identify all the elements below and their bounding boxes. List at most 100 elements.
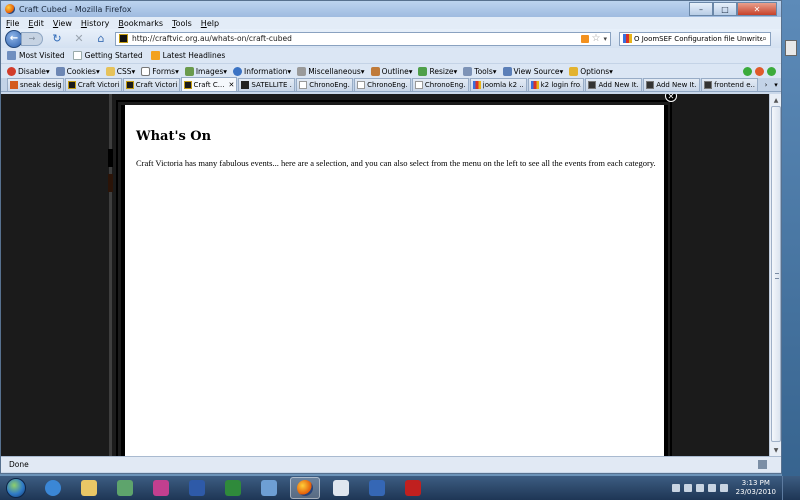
dev-cookies-menu[interactable]: Cookies▾ [55,66,100,76]
list-all-tabs-icon[interactable]: ▾ [771,79,781,91]
tray-arrow-icon[interactable] [671,484,680,492]
taskbar-app-4[interactable] [146,477,176,499]
tray-volume-icon[interactable] [707,484,716,492]
desktop-file-icon[interactable] [785,40,797,56]
app-icon [261,480,277,496]
search-input[interactable]: O JoomSEF Configuration file Unwriteable [634,35,762,43]
tab-frontend-edit[interactable]: frontend e... [701,78,758,91]
url-dropdown-icon[interactable]: ▾ [603,35,607,43]
tray-network-icon[interactable] [695,484,704,492]
google-favicon-icon [472,81,481,89]
page-icon [72,51,82,60]
taskbar-ie[interactable] [38,477,68,499]
firefox-icon [297,480,313,496]
taskbar-app-9[interactable] [326,477,356,499]
tab-craft-victoria-1[interactable]: Craft Victori... [64,78,122,91]
scroll-up-icon[interactable]: ▲ [770,94,782,106]
dev-forms-menu[interactable]: Forms▾ [141,66,179,76]
dev-images-menu[interactable]: Images▾ [184,66,227,76]
show-desktop-button[interactable] [782,476,792,500]
tab-chronoengine-2[interactable]: ChronoEng... [354,78,411,91]
search-icon[interactable]: ⌕ [762,34,767,44]
dev-tools-menu[interactable]: Tools▾ [463,66,497,76]
google-favicon-icon [530,81,539,89]
tab-satellite[interactable]: SATELLITE ... [238,78,296,91]
tab-joomla-k2[interactable]: joomla k2 ... [469,78,527,91]
search-box[interactable]: O JoomSEF Configuration file Unwriteable… [619,31,771,46]
dev-css-menu[interactable]: CSS▾ [105,66,135,76]
tab-craft-victoria-2[interactable]: Craft Victori... [122,78,180,91]
clock-date: 23/03/2010 [735,488,776,496]
dev-outline-menu[interactable]: Outline▾ [370,66,412,76]
menu-tools[interactable]: Tools [172,19,192,28]
page-content: What's On Craft Victoria has many fabulo… [1,94,769,456]
taskbar-word[interactable] [182,477,212,499]
taskbar-filezilla[interactable] [398,477,428,499]
tab-k2-login[interactable]: k2 login fro... [527,78,585,91]
taskbar: 3:13 PM 23/03/2010 [0,476,800,500]
menu-edit[interactable]: Edit [28,19,44,28]
maximize-button[interactable]: □ [713,2,737,16]
minimize-button[interactable]: – [689,2,713,16]
dev-resize-menu[interactable]: Resize▾ [418,66,457,76]
tab-craft-cubed[interactable]: Craft C... ✕ [180,77,238,91]
tray-battery-icon[interactable] [719,484,728,492]
reload-icon[interactable]: ↻ [49,32,65,46]
rss-feed-icon[interactable] [580,34,589,43]
menu-file[interactable]: File [6,19,19,28]
admin-favicon-icon [704,81,713,89]
scroll-down-icon[interactable]: ▼ [770,444,782,456]
tab-add-new-item-2[interactable]: Add New It... [643,78,701,91]
tab-bar: sneak desig... Craft Victori... Craft Vi… [1,77,781,92]
tab-sneak-design[interactable]: sneak desig... [7,78,64,91]
forward-button[interactable]: → [21,31,43,46]
tab-chronoengine-3[interactable]: ChronoEng... [411,78,469,91]
lightbox-modal: What's On Craft Victoria has many fabulo… [116,100,672,456]
taskbar-firefox[interactable] [290,477,320,499]
bookmark-star-icon[interactable]: ☆ [592,33,601,44]
close-window-button[interactable]: ✕ [737,2,777,16]
tab-scroll-right-icon[interactable]: › [761,79,771,91]
taskbar-app-7[interactable] [254,477,284,499]
bookmark-latest-headlines[interactable]: Latest Headlines [150,51,225,60]
app-icon [153,480,169,496]
address-bar[interactable]: http://craftvic.org.au/whats-on/craft-cu… [115,31,611,46]
stop-icon[interactable]: ✕ [71,32,87,46]
taskbar-app-3[interactable] [110,477,140,499]
home-icon[interactable]: ⌂ [93,32,109,46]
dev-miscellaneous-menu[interactable]: Miscellaneous▾ [297,66,365,76]
valid-check-icon[interactable] [743,66,752,76]
clock[interactable]: 3:13 PM 23/03/2010 [736,479,776,497]
tray-flag-icon[interactable] [683,484,692,492]
excel-icon [225,480,241,496]
menu-bookmarks[interactable]: Bookmarks [118,19,163,28]
scrollbar-thumb[interactable] [771,106,781,442]
menu-help[interactable]: Help [201,19,219,28]
dev-view-source-menu[interactable]: View Source▾ [502,66,563,76]
bookmark-getting-started[interactable]: Getting Started [72,51,143,60]
bookmark-most-visited[interactable]: Most Visited [7,51,65,60]
css-error-icon[interactable] [755,66,764,76]
js-ok-icon[interactable] [767,66,776,76]
dev-information-menu[interactable]: Information▾ [233,66,291,76]
taskbar-app-10[interactable] [362,477,392,499]
lightbox-close-icon[interactable]: ✕ [665,94,677,102]
resize-grip-icon[interactable] [758,460,767,469]
bookmarks-toolbar: Most Visited Getting Started Latest Head… [1,48,781,63]
document-icon [333,480,349,496]
site-favicon-icon [119,34,128,43]
taskbar-explorer[interactable] [74,477,104,499]
menu-history[interactable]: History [81,19,109,28]
tab-add-new-item-1[interactable]: Add New It... [585,78,643,91]
dev-disable-menu[interactable]: Disable▾ [7,66,50,76]
url-text[interactable]: http://craftvic.org.au/whats-on/craft-cu… [132,34,581,43]
page-icon [299,81,308,89]
vertical-scrollbar[interactable]: ▲ ▼ [769,94,781,456]
menu-view[interactable]: View [53,19,72,28]
search-engine-icon[interactable] [623,34,632,43]
tab-close-icon[interactable]: ✕ [229,81,235,89]
start-button[interactable] [0,476,32,500]
taskbar-excel[interactable] [218,477,248,499]
tab-chronoengine-1[interactable]: ChronoEng... [296,78,354,91]
dev-options-menu[interactable]: Options▾ [569,66,613,76]
